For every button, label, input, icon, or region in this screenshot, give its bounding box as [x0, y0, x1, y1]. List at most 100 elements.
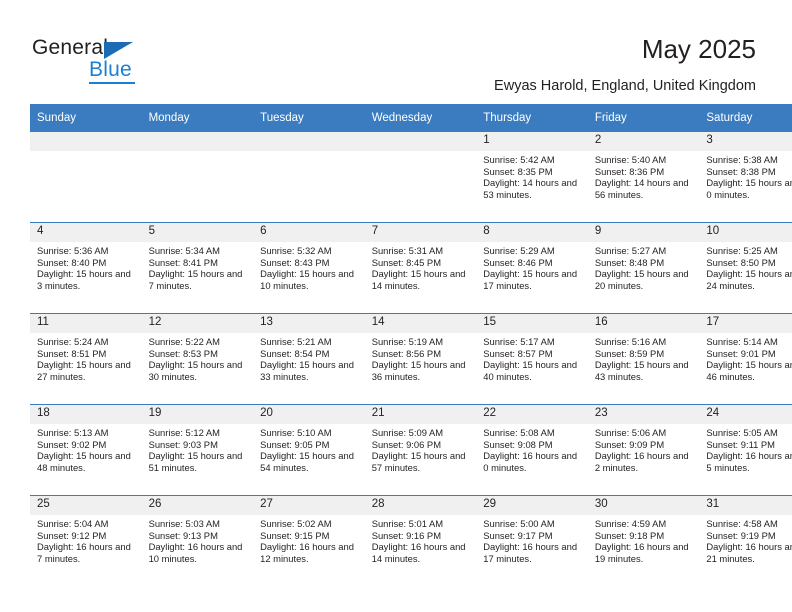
sunrise-text: Sunrise: 5:05 AM [706, 427, 778, 438]
day-number: 25 [30, 496, 142, 515]
sunrise-text: Sunrise: 5:02 AM [260, 518, 332, 529]
day-details: Sunrise: 5:17 AM Sunset: 8:57 PM Daylight:… [476, 333, 588, 382]
sunrise-text: Sunrise: 5:12 AM [148, 427, 220, 438]
daylight-text: Daylight: 15 hours and 3 minutes. [37, 268, 131, 291]
calendar-cell-day[interactable]: 20 Sunrise: 5:10 AM Sunset: 9:05 PM Dayligh… [253, 404, 365, 496]
day-cell [364, 132, 477, 222]
day-number [253, 132, 365, 151]
sunset-text: Sunset: 9:08 PM [483, 438, 553, 450]
sunset-text: Sunset: 8:51 PM [37, 347, 107, 359]
calendar-cell-day[interactable]: 5 Sunrise: 5:34 AM Sunset: 8:41 PM Daylight… [141, 222, 254, 314]
day-cell: 9 Sunrise: 5:27 AM Sunset: 8:48 PM Daylight… [587, 223, 700, 313]
calendar-head: Sunday Monday Tuesday Wednesday Thursday… [30, 104, 792, 132]
day-details: Sunrise: 5:02 AM Sunset: 9:15 PM Daylight:… [253, 515, 365, 564]
day-cell: 4 Sunrise: 5:36 AM Sunset: 8:40 PM Daylight… [30, 223, 142, 313]
calendar-cell-day[interactable]: 4 Sunrise: 5:36 AM Sunset: 8:40 PM Daylight… [30, 222, 142, 314]
sunset-text: Sunset: 9:02 PM [37, 438, 107, 450]
sunrise-text: Sunrise: 5:31 AM [371, 245, 444, 256]
day-cell: 17 Sunrise: 5:14 AM Sunset: 9:01 PM Dayligh… [699, 314, 792, 404]
day-cell: 10 Sunrise: 5:25 AM Sunset: 8:50 PM Dayligh… [699, 223, 792, 313]
weekday-header-row: Sunday Monday Tuesday Wednesday Thursday… [30, 104, 792, 132]
calendar-cell-day[interactable]: 29 Sunrise: 5:00 AM Sunset: 9:17 PM Dayligh… [476, 495, 588, 586]
day-cell: 27 Sunrise: 5:02 AM Sunset: 9:15 PM Dayligh… [253, 496, 365, 586]
daylight-text: Daylight: 15 hours and 43 minutes. [594, 359, 689, 382]
weekday-header-monday: Monday [141, 104, 254, 132]
calendar-cell-day[interactable]: 23 Sunrise: 5:06 AM Sunset: 9:09 PM Dayligh… [587, 404, 700, 496]
calendar-cell-day[interactable]: 12 Sunrise: 5:22 AM Sunset: 8:53 PM Dayligh… [141, 313, 254, 405]
sunset-text: Sunset: 9:13 PM [148, 529, 218, 541]
calendar-cell-day[interactable]: 18 Sunrise: 5:13 AM Sunset: 9:02 PM Dayligh… [30, 404, 142, 496]
sunrise-text: Sunrise: 5:24 AM [37, 336, 109, 347]
weekday-header-sunday: Sunday [30, 104, 142, 132]
day-details: Sunrise: 5:05 AM Sunset: 9:11 PM Daylight:… [699, 424, 792, 473]
weekday-header-friday: Friday [587, 104, 700, 132]
calendar-cell-day[interactable]: 24 Sunrise: 5:05 AM Sunset: 9:11 PM Dayligh… [699, 404, 792, 496]
sunset-text: Sunset: 8:40 PM [37, 256, 107, 268]
calendar-cell-day[interactable]: 17 Sunrise: 5:14 AM Sunset: 9:01 PM Dayligh… [699, 313, 792, 405]
day-number: 22 [476, 405, 588, 424]
day-details: Sunrise: 5:04 AM Sunset: 9:12 PM Daylight:… [30, 515, 142, 564]
sunset-text: Sunset: 8:35 PM [483, 165, 553, 177]
calendar-cell-day[interactable]: 31 Sunrise: 4:58 AM Sunset: 9:19 PM Dayligh… [699, 495, 792, 586]
calendar-cell-day[interactable]: 27 Sunrise: 5:02 AM Sunset: 9:15 PM Dayligh… [253, 495, 365, 586]
day-details: Sunrise: 5:09 AM Sunset: 9:06 PM Daylight:… [365, 424, 477, 473]
day-cell: 30 Sunrise: 4:59 AM Sunset: 9:18 PM Dayligh… [587, 496, 700, 586]
calendar-cell-day[interactable]: 13 Sunrise: 5:21 AM Sunset: 8:54 PM Dayligh… [253, 313, 365, 405]
day-details: Sunrise: 5:40 AM Sunset: 8:36 PM Daylight:… [588, 151, 700, 200]
sunset-text: Sunset: 9:16 PM [371, 529, 441, 541]
calendar-cell-day[interactable]: 11 Sunrise: 5:24 AM Sunset: 8:51 PM Dayligh… [30, 313, 142, 405]
calendar-week-row: 1 Sunrise: 5:42 AM Sunset: 8:35 PM Daylight… [30, 132, 792, 223]
calendar-cell-day[interactable]: 22 Sunrise: 5:08 AM Sunset: 9:08 PM Dayligh… [476, 404, 588, 496]
daylight-text: Daylight: 16 hours and 0 minutes. [483, 450, 578, 473]
daylight-text: Daylight: 16 hours and 17 minutes. [483, 541, 578, 564]
calendar-cell-day[interactable]: 25 Sunrise: 5:04 AM Sunset: 9:12 PM Dayligh… [30, 495, 142, 586]
calendar-cell-day[interactable]: 10 Sunrise: 5:25 AM Sunset: 8:50 PM Dayligh… [699, 222, 792, 314]
calendar-cell-day[interactable]: 19 Sunrise: 5:12 AM Sunset: 9:03 PM Dayligh… [141, 404, 254, 496]
sunrise-text: Sunrise: 5:27 AM [594, 245, 667, 256]
day-number: 6 [253, 223, 365, 242]
calendar-cell-day[interactable]: 28 Sunrise: 5:01 AM Sunset: 9:16 PM Dayligh… [364, 495, 477, 586]
day-cell: 26 Sunrise: 5:03 AM Sunset: 9:13 PM Dayligh… [141, 496, 254, 586]
day-cell: 8 Sunrise: 5:29 AM Sunset: 8:46 PM Daylight… [476, 223, 588, 313]
day-cell: 11 Sunrise: 5:24 AM Sunset: 8:51 PM Dayligh… [30, 314, 142, 404]
sunset-text: Sunset: 9:09 PM [594, 438, 665, 450]
day-details: Sunrise: 4:58 AM Sunset: 9:19 PM Daylight:… [699, 515, 792, 564]
calendar-cell-day[interactable]: 7 Sunrise: 5:31 AM Sunset: 8:45 PM Daylight… [364, 222, 477, 314]
sunset-text: Sunset: 8:59 PM [594, 347, 665, 359]
calendar-cell-day[interactable]: 21 Sunrise: 5:09 AM Sunset: 9:06 PM Dayligh… [364, 404, 477, 496]
day-cell: 16 Sunrise: 5:16 AM Sunset: 8:59 PM Dayligh… [587, 314, 700, 404]
sunrise-text: Sunrise: 5:22 AM [148, 336, 220, 347]
day-number [30, 132, 142, 151]
daylight-text: Daylight: 15 hours and 48 minutes. [37, 450, 131, 473]
day-details: Sunrise: 5:38 AM Sunset: 8:38 PM Daylight:… [699, 151, 792, 200]
calendar-cell-day[interactable]: 1 Sunrise: 5:42 AM Sunset: 8:35 PM Daylight… [476, 132, 588, 223]
calendar-cell-day[interactable]: 2 Sunrise: 5:40 AM Sunset: 8:36 PM Daylight… [587, 132, 700, 223]
calendar-cell-day[interactable]: 9 Sunrise: 5:27 AM Sunset: 8:48 PM Daylight… [587, 222, 700, 314]
calendar-cell-day[interactable]: 14 Sunrise: 5:19 AM Sunset: 8:56 PM Dayligh… [364, 313, 477, 405]
logo-underline [89, 82, 135, 84]
day-number [141, 132, 254, 151]
sunrise-text: Sunrise: 5:32 AM [260, 245, 332, 256]
day-details: Sunrise: 5:42 AM Sunset: 8:35 PM Daylight:… [476, 151, 588, 200]
day-details: Sunrise: 5:24 AM Sunset: 8:51 PM Daylight:… [30, 333, 142, 382]
daylight-text: Daylight: 15 hours and 20 minutes. [594, 268, 689, 291]
calendar-cell-day[interactable]: 15 Sunrise: 5:17 AM Sunset: 8:57 PM Dayligh… [476, 313, 588, 405]
day-cell [141, 132, 254, 222]
calendar-week-row: 11 Sunrise: 5:24 AM Sunset: 8:51 PM Dayligh… [30, 313, 792, 405]
daylight-text: Daylight: 16 hours and 14 minutes. [371, 541, 466, 564]
sunset-text: Sunset: 8:56 PM [371, 347, 441, 359]
day-details: Sunrise: 5:32 AM Sunset: 8:43 PM Daylight:… [253, 242, 365, 291]
day-number: 19 [141, 405, 254, 424]
calendar-cell-day[interactable]: 8 Sunrise: 5:29 AM Sunset: 8:46 PM Daylight… [476, 222, 588, 314]
sunset-text: Sunset: 8:46 PM [483, 256, 553, 268]
sunset-text: Sunset: 8:53 PM [148, 347, 218, 359]
day-details: Sunrise: 5:12 AM Sunset: 9:03 PM Daylight:… [142, 424, 254, 473]
calendar-cell-day[interactable]: 6 Sunrise: 5:32 AM Sunset: 8:43 PM Daylight… [253, 222, 365, 314]
day-cell: 20 Sunrise: 5:10 AM Sunset: 9:05 PM Dayligh… [253, 405, 365, 495]
calendar-cell-day[interactable]: 3 Sunrise: 5:38 AM Sunset: 8:38 PM Daylight… [699, 132, 792, 223]
calendar-cell-day[interactable]: 30 Sunrise: 4:59 AM Sunset: 9:18 PM Dayligh… [587, 495, 700, 586]
calendar-cell-day[interactable]: 26 Sunrise: 5:03 AM Sunset: 9:13 PM Dayligh… [141, 495, 254, 586]
calendar-cell-day[interactable]: 16 Sunrise: 5:16 AM Sunset: 8:59 PM Dayligh… [587, 313, 700, 405]
calendar-cell-empty [364, 132, 477, 223]
day-details: Sunrise: 5:13 AM Sunset: 9:02 PM Daylight:… [30, 424, 142, 473]
